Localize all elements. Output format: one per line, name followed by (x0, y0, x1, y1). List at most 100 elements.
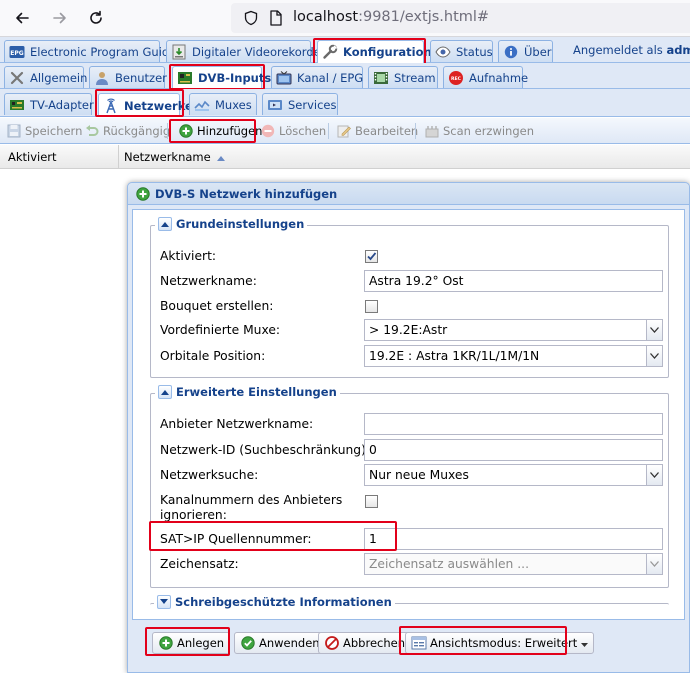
reload-icon[interactable] (86, 8, 106, 28)
tab-users[interactable]: Benutzer (89, 66, 167, 88)
orbital-position-label: Orbitale Position: (160, 349, 266, 363)
toolbar-separator (167, 123, 168, 139)
grid-toolbar: Speichern Rückgängig Hinzufügen Löschen … (0, 118, 690, 144)
add-network-dialog: DVB-S Netzwerk hinzufügen Grundeinstellu… (127, 182, 690, 673)
tab-muxes[interactable]: Muxes (189, 93, 257, 115)
url-bar[interactable]: localhost:9981/extjs.html# (231, 3, 690, 33)
network-name-label: Netzwerkname: (160, 274, 257, 288)
provider-network-name-input[interactable] (364, 413, 663, 435)
chevron-down-icon[interactable] (646, 320, 662, 340)
column-header-network-name[interactable]: Netzwerkname (124, 150, 226, 164)
network-discovery-combo[interactable]: Nur neue Muxes (364, 464, 663, 486)
chevron-down-icon[interactable] (646, 465, 662, 485)
tab-dvr-label: Digitaler Videorekorder (192, 44, 326, 59)
basic-settings-legend[interactable]: Grundeinstellungen (155, 217, 308, 231)
tv-icon (276, 70, 292, 86)
collapse-icon[interactable] (158, 385, 172, 399)
tab-dvr[interactable]: Digitaler Videorekorder (166, 40, 325, 62)
apply-button[interactable]: Anwenden (234, 632, 326, 654)
shield-icon[interactable] (243, 10, 259, 29)
muxes-icon (194, 97, 210, 113)
tab-dvb-inputs-label: DVB-Inputs (198, 71, 272, 85)
scan-icon (424, 123, 440, 139)
config-tab-strip: Allgemein Benutzer DVB-Inputs Kanal / EP… (0, 63, 690, 89)
tab-tv-adapter[interactable]: TV-Adapter (4, 93, 94, 115)
check-icon (240, 635, 256, 651)
edit-label: Bearbeiten (355, 124, 419, 138)
dialog-footer: Anlegen Anwenden Abbrechen Ansichtsmodus… (128, 624, 689, 664)
create-label: Anlegen (177, 636, 225, 650)
tab-channel-epg[interactable]: Kanal / EPG (271, 66, 363, 88)
tab-networks-label: Netzwerke (124, 98, 193, 113)
delete-button[interactable]: Löschen (260, 121, 326, 141)
column-header-enabled[interactable]: Aktiviert (8, 150, 57, 164)
dvb-tab-strip: TV-Adapter Netzwerke Muxes Services (0, 89, 690, 117)
chevron-down-icon[interactable] (646, 346, 662, 366)
enabled-label: Aktiviert: (160, 249, 217, 263)
antenna-icon (103, 98, 119, 114)
collapse-icon[interactable] (158, 217, 172, 231)
enabled-checkbox[interactable] (365, 250, 378, 263)
charset-combo[interactable]: Zeichensatz auswählen ... (364, 553, 663, 575)
cancel-button[interactable]: Abbrechen (318, 632, 411, 654)
view-mode-button[interactable]: Ansichtsmodus: Erweitert (405, 632, 595, 654)
tab-about[interactable]: Über (498, 40, 553, 62)
add-button[interactable]: Hinzufügen (178, 121, 262, 141)
view-mode-label: Ansichtsmodus: Erweitert (430, 636, 578, 650)
basic-settings-legend-text: Grundeinstellungen (176, 217, 305, 231)
toolbar-separator (415, 123, 416, 139)
save-button[interactable]: Speichern (6, 121, 82, 141)
tab-configuration-label: Konfiguration (343, 45, 432, 59)
undo-label: Rückgängig (103, 124, 171, 138)
tab-general[interactable]: Allgemein (4, 66, 88, 88)
bouquet-checkbox[interactable] (365, 300, 378, 313)
tab-configuration[interactable]: Konfiguration (317, 40, 432, 63)
cancel-label: Abbrechen (343, 636, 405, 650)
cancel-icon (324, 635, 340, 651)
tab-recording[interactable]: REC Aufnahme (443, 66, 528, 88)
basic-settings-fieldset: Grundeinstellungen Aktiviert: Netzwerkna… (150, 217, 669, 378)
force-scan-button[interactable]: Scan erzwingen (424, 121, 534, 141)
tab-networks[interactable]: Netzwerke (98, 93, 193, 117)
tab-stream[interactable]: Stream (368, 66, 438, 88)
ignore-provider-channel-numbers-checkbox[interactable] (365, 495, 378, 508)
url-host: localhost (293, 9, 359, 25)
edit-button[interactable]: Bearbeiten (336, 121, 418, 141)
expand-icon[interactable] (157, 595, 171, 609)
tab-epg[interactable]: EPG Electronic Program Guide (4, 40, 176, 62)
undo-icon (84, 123, 100, 139)
login-user: admin (666, 43, 690, 57)
advanced-settings-legend-text: Erweiterte Einstellungen (176, 385, 337, 399)
bouquet-label: Bouquet erstellen: (160, 299, 274, 313)
tab-tv-adapter-label: TV-Adapter (30, 97, 94, 112)
tab-status-label: Status (456, 44, 493, 59)
svg-text:REC: REC (451, 76, 462, 82)
main-tab-strip: EPG Electronic Program Guide Digitaler V… (0, 37, 690, 63)
satip-source-input[interactable]: 1 (364, 528, 663, 550)
tab-services[interactable]: Services (262, 93, 338, 115)
forward-icon[interactable] (50, 8, 70, 28)
dvb-card-icon (177, 70, 193, 86)
network-id-input[interactable]: 0 (364, 439, 663, 461)
dialog-body: Grundeinstellungen Aktiviert: Netzwerkna… (132, 209, 685, 620)
tools-icon (9, 70, 25, 86)
dialog-title-bar[interactable]: DVB-S Netzwerk hinzufügen (128, 183, 689, 205)
provider-network-name-label: Anbieter Netzwerkname: (160, 417, 314, 431)
tab-status[interactable]: Status (430, 40, 493, 62)
orbital-position-combo[interactable]: 19.2E : Astra 1KR/1L/1M/1N (364, 345, 663, 367)
network-name-input[interactable]: Astra 19.2° Ost (364, 270, 663, 292)
tab-epg-label: Electronic Program Guide (30, 44, 177, 59)
tab-general-label: Allgemein (30, 70, 88, 85)
create-button[interactable]: Anlegen (152, 632, 231, 654)
tab-dvb-inputs[interactable]: DVB-Inputs (172, 66, 271, 89)
advanced-settings-legend[interactable]: Erweiterte Einstellungen (155, 385, 340, 399)
chevron-down-icon[interactable] (646, 554, 662, 574)
back-icon[interactable] (12, 8, 32, 28)
undo-button[interactable]: Rückgängig (84, 121, 170, 141)
readonly-info-legend[interactable]: Schreibgeschützte Informationen (154, 595, 395, 609)
predefined-muxes-combo[interactable]: > 19.2E:Astr (364, 319, 663, 341)
edit-icon (336, 123, 352, 139)
page-icon[interactable] (269, 10, 283, 29)
login-text: Angemeldet als (573, 43, 667, 57)
checkmark-icon (367, 252, 377, 261)
